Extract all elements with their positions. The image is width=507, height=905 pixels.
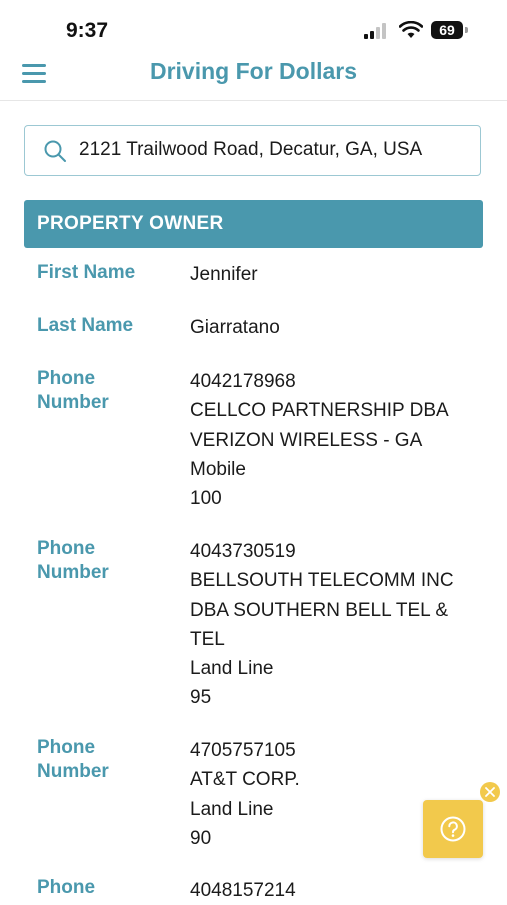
phone-number[interactable]: 4048157214: [190, 876, 490, 905]
battery-icon: 69: [431, 21, 469, 39]
phone-line-type: Mobile: [190, 458, 246, 480]
phone-entry: 4042178968 CELLCO PARTNERSHIP DBA VERIZO…: [190, 367, 490, 513]
phone-carrier: CELLCO PARTNERSHIP DBA: [190, 400, 449, 422]
wifi-icon: [399, 21, 423, 38]
last-name-label: Last Name: [37, 315, 134, 336]
address-search-input[interactable]: [79, 126, 469, 174]
question-mark-icon: [440, 816, 466, 842]
phone-number-label: Phone: [37, 877, 96, 898]
close-help-button[interactable]: [480, 782, 500, 802]
phone-carrier: TEL: [190, 628, 225, 650]
property-owner-header: PROPERTY OWNER: [24, 200, 483, 248]
phone-carrier: AT&T CORP.: [190, 769, 300, 791]
phone-entry: 4048157214: [190, 876, 490, 905]
page-title: Driving For Dollars: [149, 58, 358, 84]
help-button[interactable]: [423, 800, 483, 858]
battery-level: 69: [439, 22, 455, 38]
phone-number[interactable]: 4043730519: [190, 537, 490, 566]
phone-carrier: DBA SOUTHERN BELL TEL &: [190, 599, 448, 621]
first-name-value: Jennifer: [190, 264, 258, 285]
phone-carrier: VERIZON WIRELESS - GA: [190, 429, 423, 451]
phone-number[interactable]: 4042178968: [190, 367, 490, 396]
status-time: 9:37: [66, 19, 109, 42]
phone-score: 95: [190, 687, 212, 709]
section-title: PROPERTY OWNER: [37, 213, 224, 234]
phone-line-type: Land Line: [190, 658, 274, 680]
phone-number-label: Phone Number: [37, 538, 109, 583]
cellular-signal-icon: [364, 23, 386, 39]
search-icon: [44, 140, 66, 162]
address-search-box[interactable]: [24, 125, 481, 176]
status-bar: 9:37 69: [0, 0, 507, 56]
app-header: Driving For Dollars: [0, 56, 507, 101]
phone-score: 100: [190, 488, 222, 510]
phone-entry: 4043730519 BELLSOUTH TELECOMM INC DBA SO…: [190, 537, 490, 713]
phone-number-label: Phone Number: [37, 368, 109, 413]
last-name-value: Giarratano: [190, 317, 280, 338]
close-icon: [485, 787, 495, 797]
phone-number-label: Phone Number: [37, 737, 109, 782]
first-name-label: First Name: [37, 262, 136, 283]
phone-number[interactable]: 4705757105: [190, 736, 490, 765]
phone-carrier: BELLSOUTH TELECOMM INC: [190, 570, 454, 592]
